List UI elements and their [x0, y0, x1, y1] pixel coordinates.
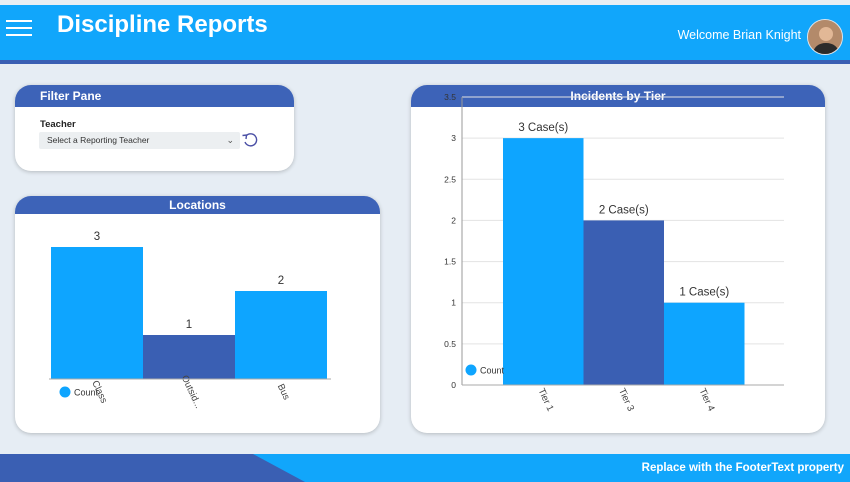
hamburger-menu-icon[interactable]	[6, 16, 32, 38]
legend-label: Count	[74, 388, 99, 398]
teacher-dropdown-placeholder: Select a Reporting Teacher	[47, 135, 150, 145]
locations-chart-card: Locations 3 Class 1 Outsid... 2 Bus Count	[15, 196, 380, 433]
filter-pane-title: Filter Pane	[15, 85, 294, 107]
y-tick-label: 2	[451, 215, 456, 225]
avatar[interactable]	[807, 19, 843, 55]
bar-tier-4[interactable]	[664, 302, 745, 385]
y-tick-label: 0.5	[444, 339, 456, 349]
y-tick-label: 3	[451, 133, 456, 143]
header-divider	[0, 60, 850, 64]
reset-icon[interactable]	[241, 131, 259, 149]
teacher-label: Teacher	[40, 119, 76, 130]
user-avatar-image	[808, 20, 842, 54]
x-tick-label-tier-3: Tier 3	[616, 387, 636, 413]
legend-marker	[59, 386, 71, 398]
data-label-tier-3: 2 Case(s)	[599, 204, 649, 216]
y-tick-label: 0	[451, 380, 456, 390]
data-label-bus: 2	[278, 275, 284, 287]
legend-label: Count	[480, 366, 505, 376]
legend-marker	[465, 364, 477, 376]
x-tick-label-tier-1: Tier 1	[535, 387, 555, 413]
incidents-by-tier-chart: 0 0.5 1 1.5 2 2.5 3 3.5 3 Case(s) Tier 1 2 Case(s)…	[444, 92, 784, 413]
bar-class[interactable]	[51, 247, 143, 379]
y-tick-label: 1.5	[444, 257, 456, 267]
y-tick-label: 3.5	[444, 92, 456, 102]
teacher-dropdown[interactable]: Select a Reporting Teacher ⌄	[39, 132, 240, 149]
bar-tier-1[interactable]	[503, 138, 584, 385]
data-label-outsid: 1	[186, 319, 192, 331]
data-label-tier-4: 1 Case(s)	[679, 287, 729, 299]
welcome-text: Welcome Brian Knight	[677, 28, 801, 42]
data-label-class: 3	[94, 231, 100, 243]
filter-pane-card: Filter Pane Teacher Select a Reporting T…	[15, 85, 294, 171]
app-header: Discipline Reports Welcome Brian Knight	[0, 5, 850, 60]
bar-bus[interactable]	[235, 291, 327, 379]
y-tick-label: 2.5	[444, 174, 456, 184]
incidents-by-tier-card: Incidents by Tier 0 0.5 1 1.5 2 2.5 3 3.5 3 Case…	[411, 85, 825, 433]
footer-text: Replace with the FooterText property	[641, 462, 844, 474]
y-tick-label: 1	[451, 298, 456, 308]
footer-accent-shape	[0, 454, 305, 482]
page-title: Discipline Reports	[57, 11, 268, 38]
bar-tier-3[interactable]	[583, 220, 665, 385]
data-label-tier-1: 3 Case(s)	[518, 122, 568, 134]
chevron-down-icon: ⌄	[226, 135, 234, 145]
x-tick-label-tier-4: Tier 4	[696, 387, 716, 413]
x-tick-label-bus: Bus	[275, 382, 292, 402]
locations-chart: 3Class1Outsid...2BusCount	[49, 231, 331, 410]
